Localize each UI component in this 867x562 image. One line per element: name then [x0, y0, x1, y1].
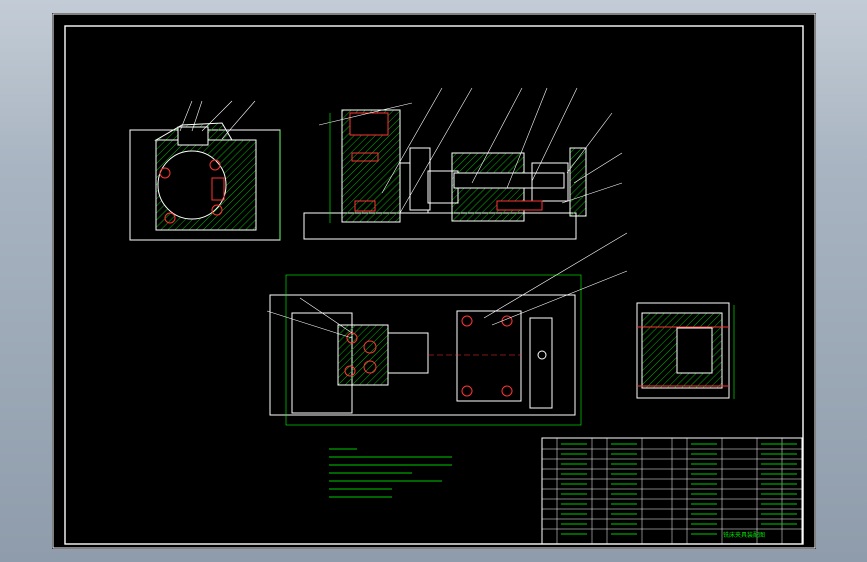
- cad-drawing-sheet: 铣床夹具装配图: [52, 13, 816, 549]
- drawing-title: 铣床夹具装配图: [723, 531, 765, 539]
- section-view-b: [636, 302, 735, 399]
- sheet-background: [52, 13, 816, 549]
- viewer-background: 铣床夹具装配图: [0, 0, 867, 562]
